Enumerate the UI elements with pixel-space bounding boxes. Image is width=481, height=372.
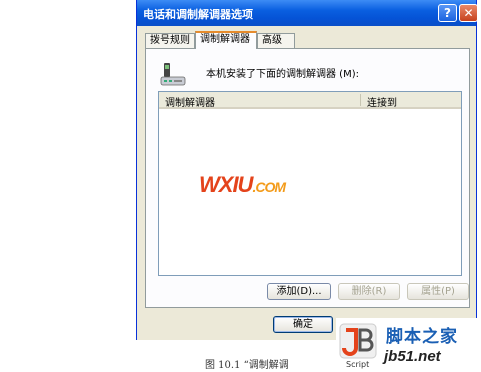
column-divider[interactable] bbox=[360, 94, 361, 106]
tab-modems[interactable]: 调制解调器 bbox=[195, 31, 257, 49]
tab-advanced[interactable]: 高级 bbox=[257, 33, 295, 48]
watermark-text: WXIU bbox=[199, 172, 253, 197]
modem-icon bbox=[160, 63, 186, 86]
modem-list[interactable]: 调制解调器 连接到 WXIU.COM bbox=[158, 91, 462, 276]
properties-button[interactable]: 属性(P) bbox=[407, 283, 469, 300]
title-bar[interactable]: 电话和调制解调器选项 ? ✕ bbox=[137, 0, 478, 26]
logo-url: jb51.net bbox=[384, 348, 441, 365]
logo-chinese-text: 脚本之家 bbox=[386, 327, 458, 347]
phone-modem-options-dialog: 电话和调制解调器选项 ? ✕ 拨号规则 调制解调器 高级 本机安装了下面的调制解… bbox=[136, 0, 478, 340]
ok-button[interactable]: 确定 bbox=[273, 316, 333, 333]
add-button[interactable]: 添加(D)... bbox=[267, 283, 331, 300]
remove-button[interactable]: 删除(R) bbox=[338, 283, 400, 300]
figure-caption: 图 10.1 “调制解调 bbox=[205, 360, 289, 371]
site-logo: Script 脚本之家 jb51.net bbox=[336, 318, 481, 372]
help-icon[interactable]: ? bbox=[438, 4, 457, 22]
modems-panel: 本机安装了下面的调制解调器 (M): 调制解调器 连接到 WXIU.COM 添加… bbox=[145, 48, 470, 308]
watermark-suffix: .COM bbox=[252, 179, 286, 195]
column-header-modem[interactable]: 调制解调器 bbox=[165, 94, 215, 109]
jb-logo-icon bbox=[339, 323, 377, 359]
close-icon[interactable]: ✕ bbox=[459, 4, 478, 22]
tab-dialing-rules[interactable]: 拨号规则 bbox=[145, 33, 195, 48]
list-header: 调制解调器 连接到 bbox=[159, 92, 461, 109]
watermark-logo: WXIU.COM bbox=[199, 172, 286, 198]
window-title: 电话和调制解调器选项 bbox=[143, 8, 253, 21]
installed-modems-label: 本机安装了下面的调制解调器 (M): bbox=[206, 69, 359, 80]
column-header-attached-to[interactable]: 连接到 bbox=[367, 94, 397, 109]
logo-script-label: Script bbox=[346, 360, 370, 369]
